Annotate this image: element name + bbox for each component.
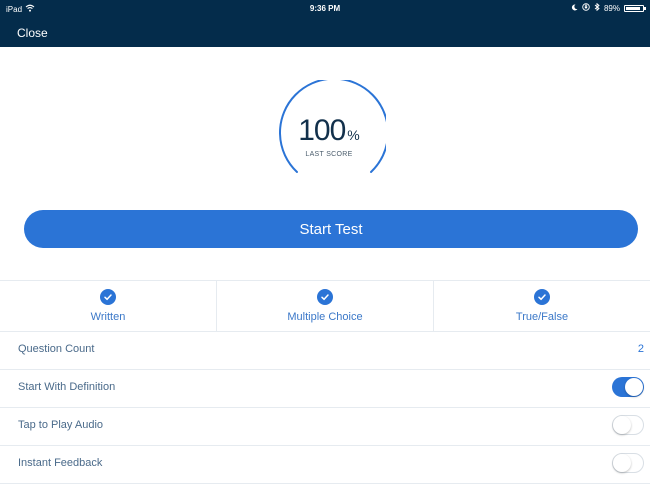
setting-label: Start With Definition bbox=[18, 381, 116, 393]
score-label: LAST SCORE bbox=[305, 151, 353, 158]
toggle-knob bbox=[613, 454, 631, 472]
battery-icon bbox=[624, 4, 646, 12]
question-type-label: Written bbox=[90, 311, 126, 323]
orientation-lock-icon bbox=[582, 3, 590, 13]
toggle-knob bbox=[613, 416, 631, 434]
checkmark-icon bbox=[534, 289, 550, 305]
battery-fill bbox=[626, 6, 641, 10]
setting-question-count[interactable]: Question Count 2 bbox=[0, 331, 650, 370]
setting-label: Tap to Play Audio bbox=[18, 419, 104, 431]
tap-to-play-audio-toggle[interactable] bbox=[612, 415, 644, 435]
question-type-label: Multiple Choice bbox=[287, 311, 363, 323]
question-type-multiple-choice[interactable]: Multiple Choice bbox=[217, 281, 434, 331]
score-unit: % bbox=[347, 127, 360, 143]
score-gauge: 100% LAST SCORE bbox=[272, 77, 389, 180]
instant-feedback-toggle[interactable] bbox=[612, 453, 644, 473]
question-count-value[interactable]: 2 bbox=[638, 343, 644, 355]
score-number: 100 bbox=[298, 114, 346, 147]
status-right: 89% bbox=[571, 2, 646, 13]
top-bar: iPad 9:36 PM 89% Close bbox=[0, 0, 650, 47]
start-test-button[interactable]: Start Test bbox=[24, 210, 638, 248]
setting-start-with-definition: Start With Definition bbox=[0, 369, 650, 408]
checkmark-icon bbox=[100, 289, 116, 305]
bluetooth-icon bbox=[594, 2, 600, 13]
start-with-definition-toggle[interactable] bbox=[612, 377, 644, 397]
battery-percent: 89% bbox=[603, 3, 620, 13]
setting-label: Question Count bbox=[18, 343, 95, 355]
status-time: 9:36 PM bbox=[309, 4, 341, 13]
setting-tap-to-play-audio: Tap to Play Audio bbox=[0, 407, 650, 446]
question-type-written[interactable]: Written bbox=[0, 281, 217, 331]
toggle-knob bbox=[625, 378, 643, 396]
question-type-true-false[interactable]: True/False bbox=[434, 281, 650, 331]
setting-label: Instant Feedback bbox=[18, 457, 103, 469]
score-value: 100% bbox=[272, 114, 386, 148]
checkmark-icon bbox=[317, 289, 333, 305]
question-type-label: True/False bbox=[515, 311, 569, 323]
moon-icon bbox=[571, 3, 578, 13]
close-button[interactable]: Close bbox=[17, 26, 48, 40]
setting-instant-feedback: Instant Feedback bbox=[0, 445, 650, 484]
question-type-selector: Written Multiple Choice True/False bbox=[0, 280, 650, 332]
